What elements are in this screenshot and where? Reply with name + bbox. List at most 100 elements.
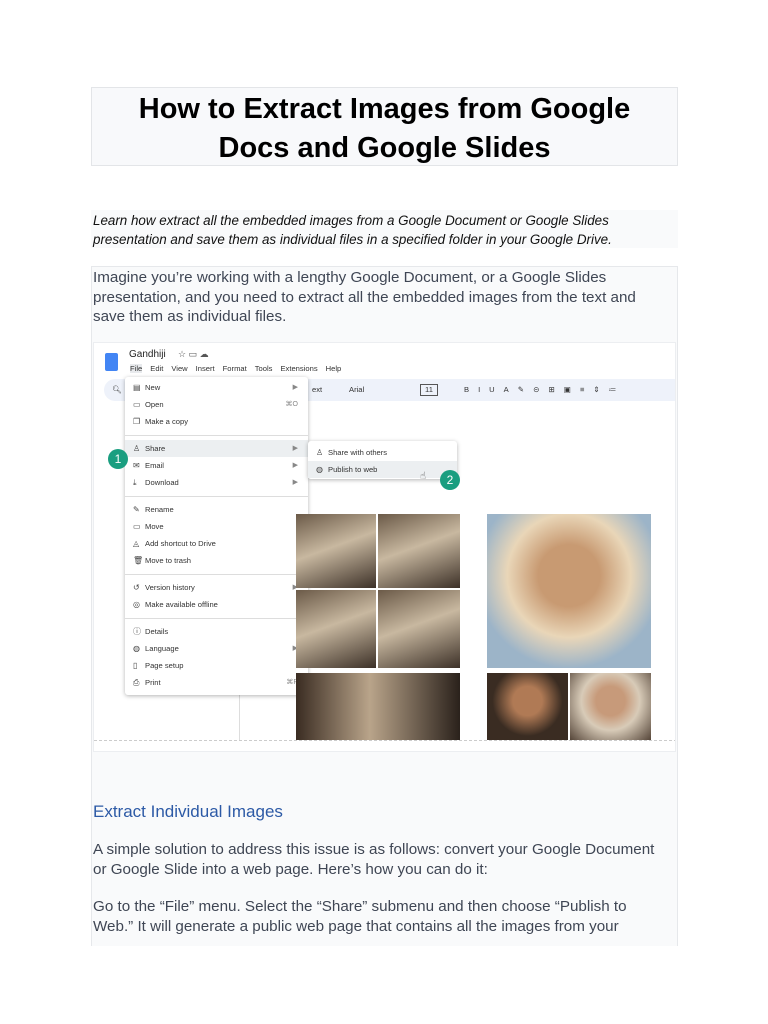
text-line: Go to the “File” menu. Select the “Share… (93, 898, 627, 915)
photo (296, 590, 376, 668)
menu-item-rename[interactable]: ✎ Rename (125, 501, 308, 518)
text-line: presentation, and you need to extract al… (93, 288, 636, 306)
person-add-icon: ♙ (316, 448, 324, 457)
title-line: Docs and Google Slides (218, 132, 551, 164)
page-icon: ▯ (133, 661, 138, 670)
submenu-arrow-icon: ▶ (292, 462, 298, 469)
label: Print (145, 678, 161, 687)
paragraph: A simple solution to address this issue … (93, 840, 673, 879)
doc-icon: ▤ (133, 383, 141, 392)
shortcut: ⌘O (285, 401, 298, 408)
trash-icon: 🗑︎ (133, 556, 144, 565)
label: New (145, 383, 161, 392)
drive-shortcut-icon: ◬ (133, 539, 140, 548)
text-line: or Google Slide into a web page. Here’s … (93, 860, 488, 878)
menu-bar: File Edit View Insert Format Tools Exten… (130, 364, 341, 373)
summary-line: Learn how extract all the embedded image… (93, 213, 609, 228)
menu-edit[interactable]: Edit (150, 364, 163, 373)
search-icon[interactable]: 🔍︎ (112, 379, 122, 401)
doc-title: Gandhiji (129, 349, 166, 360)
label: Page setup (145, 661, 184, 670)
label: Language (145, 644, 179, 653)
label: Make a copy (145, 417, 189, 426)
section-heading: Extract Individual Images (93, 802, 283, 821)
menu-format[interactable]: Format (223, 364, 247, 373)
menu-item-add-shortcut-to-drive[interactable]: ◬ Add shortcut to Drive (125, 535, 308, 552)
hand-cursor-icon: ☝ (420, 471, 427, 482)
label: Move (145, 522, 164, 531)
docs-logo-icon (105, 353, 118, 371)
step-badge-2: 2 (440, 470, 460, 490)
photo (378, 590, 460, 668)
menu-file[interactable]: File (130, 364, 143, 373)
google-docs-screenshot: Gandhiji ☆ ▭ ☁ File Edit View Insert For… (93, 342, 676, 752)
text-line: save them as individual files. (93, 308, 287, 325)
intro-paragraph: Imagine you’re working with a lengthy Go… (93, 268, 673, 327)
history-icon: ↺ (133, 583, 140, 592)
style-select[interactable]: ext (312, 379, 322, 401)
label: Add shortcut to Drive (145, 539, 216, 548)
text-line: Imagine you’re working with a lengthy Go… (93, 269, 607, 286)
label: Publish to web (328, 465, 378, 474)
file-menu: ▤ New ▶ ▭ Open ⌘O ❐ Make a copy ♙ Share ▶ ✉ Email ▶ ⤓ D… (125, 377, 308, 695)
photo (487, 514, 651, 668)
label: Version history (145, 583, 195, 592)
rename-icon: ✎ (133, 505, 140, 514)
menu-item-page-setup[interactable]: ▯ Page setup (125, 657, 308, 674)
menu-item-version-history[interactable]: ↺Version history▶ (125, 579, 308, 596)
offline-icon: ◎ (133, 600, 140, 609)
menu-help[interactable]: Help (326, 364, 342, 373)
globe-icon: ◍ (133, 644, 140, 653)
font-size-input[interactable]: 11 (420, 384, 438, 396)
menu-insert[interactable]: Insert (196, 364, 215, 373)
submenu-arrow-icon: ▶ (292, 479, 298, 486)
article-title: How to Extract Images from Google Docs a… (91, 87, 678, 166)
label: Make available offline (145, 600, 218, 609)
menu-item-share[interactable]: ♙ Share ▶ (125, 440, 308, 457)
menu-item-new[interactable]: ▤ New ▶ (125, 379, 308, 396)
format-buttons[interactable]: BIUA✎⊝⊞▣≡⇕≔ (464, 379, 625, 401)
menu-item-make-available-offline[interactable]: ◎ Make available offline (125, 596, 308, 613)
menu-extensions[interactable]: Extensions (280, 364, 317, 373)
menu-view[interactable]: View (171, 364, 187, 373)
menu-divider (125, 435, 308, 436)
menu-item-details[interactable]: ⓘ Details (125, 623, 308, 640)
menu-item-share-with-others[interactable]: ♙ Share with others (308, 444, 457, 461)
menu-divider (125, 496, 308, 497)
text-line: A simple solution to address this issue … (93, 841, 655, 858)
menu-item-move[interactable]: ▭ Move (125, 518, 308, 535)
submenu-arrow-icon: ▶ (292, 445, 298, 452)
move-icon: ▭ (133, 522, 141, 531)
menu-item-open[interactable]: ▭ Open ⌘O (125, 396, 308, 413)
torn-edge (94, 740, 675, 751)
menu-divider (125, 574, 308, 575)
menu-tools[interactable]: Tools (255, 364, 273, 373)
share-submenu: ♙ Share with others ◍ Publish to web (308, 441, 457, 479)
menu-item-make-a-copy[interactable]: ❐ Make a copy (125, 413, 308, 430)
info-icon: ⓘ (133, 627, 141, 636)
menu-item-language[interactable]: ◍Language▶ (125, 640, 308, 657)
label: Share (145, 444, 166, 453)
article-summary: Learn how extract all the embedded image… (91, 210, 678, 248)
copy-icon: ❐ (133, 417, 141, 426)
menu-item-print[interactable]: ⎙ Print ⌘P (125, 674, 308, 691)
menu-item-publish-to-web[interactable]: ◍ Publish to web (308, 461, 457, 478)
title-line: How to Extract Images from Google (138, 93, 631, 125)
menu-divider (125, 618, 308, 619)
label: Details (145, 627, 169, 636)
submenu-arrow-icon: ▶ (292, 384, 298, 391)
text-line: Web.” It will generate a public web page… (93, 917, 619, 935)
summary-line: presentation and save them as individual… (93, 232, 612, 247)
label: Download (145, 478, 179, 487)
menu-item-download[interactable]: ⤓ Download ▶ (125, 474, 308, 491)
person-add-icon: ♙ (133, 444, 141, 453)
menu-item-move-to-trash[interactable]: 🗑︎ Move to trash (125, 552, 308, 569)
photo (378, 514, 460, 588)
label: Share with others (328, 448, 388, 457)
folder-icon: ▭ (133, 400, 141, 409)
label: Move to trash (145, 556, 192, 565)
label: Open (145, 400, 164, 409)
font-select[interactable]: Arial (349, 379, 364, 401)
menu-item-email[interactable]: ✉ Email ▶ (125, 457, 308, 474)
paragraph: Go to the “File” menu. Select the “Share… (93, 897, 673, 936)
